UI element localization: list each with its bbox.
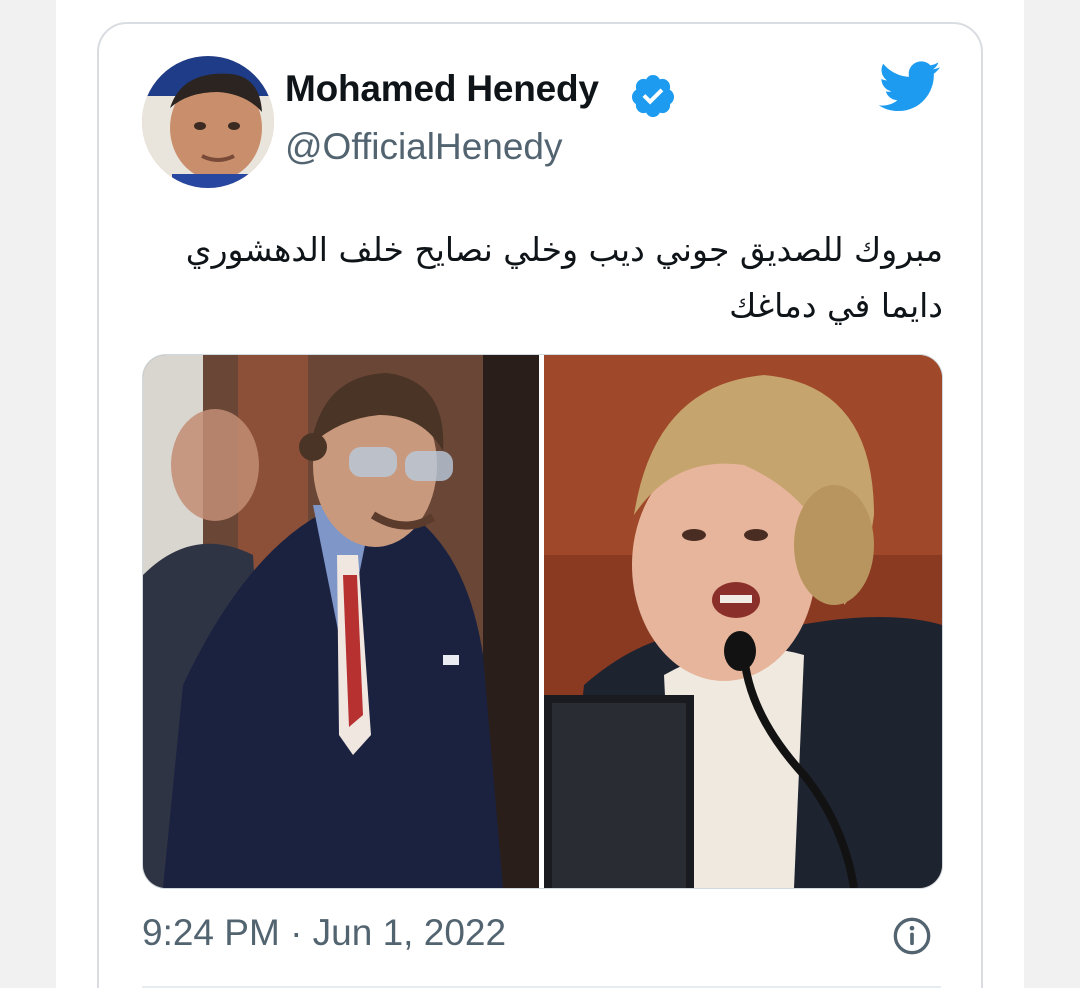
tweet-screenshot: Mohamed Henedy @OfficialHenedy مبروك للص… <box>0 0 1080 988</box>
tweet-card[interactable]: Mohamed Henedy @OfficialHenedy مبروك للص… <box>97 22 983 988</box>
tweet-media[interactable] <box>142 354 943 889</box>
tweet-timestamp[interactable]: 9:24 PM · Jun 1, 2022 <box>142 912 506 954</box>
photo-woman-testifying <box>544 355 942 888</box>
photo-man-in-suit <box>143 355 539 888</box>
tweet-text: مبروك للصديق جوني ديب وخلي نصايح خلف الد… <box>185 230 943 325</box>
left-margin <box>0 0 56 988</box>
twitter-bird-icon[interactable] <box>879 60 941 114</box>
media-photo-left[interactable] <box>143 355 539 888</box>
author-handle[interactable]: @OfficialHenedy <box>285 126 563 168</box>
verified-badge-icon <box>632 75 674 117</box>
media-photo-right[interactable] <box>544 355 942 888</box>
info-icon[interactable] <box>892 916 932 956</box>
author-name[interactable]: Mohamed Henedy <box>285 68 599 110</box>
right-margin <box>1024 0 1080 988</box>
avatar-photo <box>142 56 274 188</box>
author-avatar[interactable] <box>142 56 274 188</box>
